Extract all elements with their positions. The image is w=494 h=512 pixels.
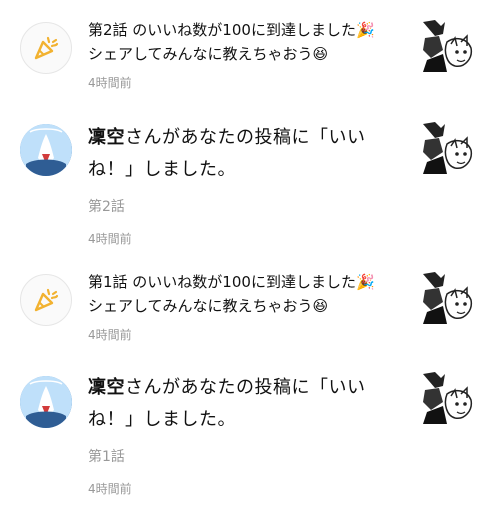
manga-thumbnail[interactable]	[421, 20, 473, 72]
user-name[interactable]: 凜空	[88, 377, 125, 398]
episode-label[interactable]: 第2話	[88, 196, 408, 216]
notification-milestone-ep2[interactable]: 第2話 のいいね数が100に到達しました🎉 シェアしてみんなに教えちゃおう😆 4…	[0, 0, 494, 100]
notification-milestone-ep1[interactable]: 第1話 のいいね数が100に到達しました🎉 シェアしてみんなに教えちゃおう😆 4…	[0, 254, 494, 354]
notification-message-text: さんがあなたの投稿に「いいね！」しました。	[88, 377, 366, 430]
notification-content: 凜空さんがあなたの投稿に「いいね！」しました。 第1話 4時間前	[88, 372, 408, 497]
notification-message-line2: シェアしてみんなに教えちゃおう😆	[88, 297, 329, 315]
manga-thumbnail[interactable]	[421, 272, 473, 324]
manga-thumbnail[interactable]	[421, 122, 473, 174]
notification-message-line1: 第2話 のいいね数が100に到達しました🎉	[88, 21, 375, 39]
notification-time: 4時間前	[88, 482, 132, 496]
manga-thumbnail[interactable]	[421, 372, 473, 424]
party-popper-icon	[20, 22, 72, 74]
episode-label[interactable]: 第1話	[88, 446, 408, 466]
notification-content: 第1話 のいいね数が100に到達しました🎉 シェアしてみんなに教えちゃおう😆 4…	[88, 270, 408, 343]
user-name[interactable]: 凜空	[88, 127, 125, 148]
notification-message-line1: 第1話 のいいね数が100に到達しました🎉	[88, 273, 375, 291]
notification-time: 4時間前	[88, 328, 132, 342]
party-popper-icon	[20, 274, 72, 326]
notification-like-ep1[interactable]: 凜空さんがあなたの投稿に「いいね！」しました。 第1話 4時間前	[0, 362, 494, 512]
notification-time: 4時間前	[88, 232, 132, 246]
notification-content: 凜空さんがあなたの投稿に「いいね！」しました。 第2話 4時間前	[88, 122, 408, 247]
notification-like-ep2[interactable]: 凜空さんがあなたの投稿に「いいね！」しました。 第2話 4時間前	[0, 110, 494, 260]
notification-message: 凜空さんがあなたの投稿に「いいね！」しました。	[88, 122, 408, 186]
notification-feed: 第2話 のいいね数が100に到達しました🎉 シェアしてみんなに教えちゃおう😆 4…	[0, 0, 494, 512]
notification-message: 凜空さんがあなたの投稿に「いいね！」しました。	[88, 372, 408, 436]
notification-message-text: さんがあなたの投稿に「いいね！」しました。	[88, 127, 366, 180]
avatar[interactable]	[20, 376, 72, 428]
avatar[interactable]	[20, 124, 72, 176]
notification-message-line2: シェアしてみんなに教えちゃおう😆	[88, 45, 329, 63]
notification-time: 4時間前	[88, 76, 132, 90]
notification-content: 第2話 のいいね数が100に到達しました🎉 シェアしてみんなに教えちゃおう😆 4…	[88, 18, 408, 91]
